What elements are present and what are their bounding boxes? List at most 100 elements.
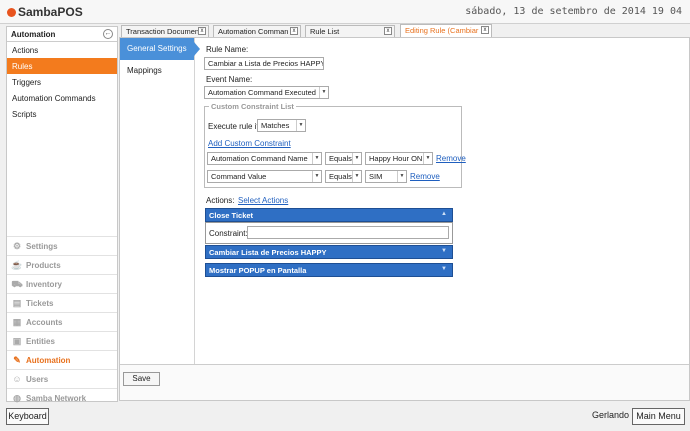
constraint-2-field-select[interactable]: Command Value ▼ — [207, 170, 322, 183]
select-actions-link[interactable]: Select Actions — [238, 196, 288, 205]
samba-logo-icon — [7, 8, 16, 17]
module-label: Settings — [26, 242, 58, 251]
module-samba-network[interactable]: ◍ Samba Network — [7, 388, 117, 407]
user-icon: ☺ — [12, 374, 22, 384]
module-accounts[interactable]: ▦ Accounts — [7, 312, 117, 331]
ticket-icon: ▤ — [12, 298, 22, 308]
chevron-down-icon[interactable]: ▼ — [441, 248, 447, 254]
module-tickets[interactable]: ▤ Tickets — [7, 293, 117, 312]
sidebar-item-automation-commands[interactable]: Automation Commands — [7, 90, 117, 106]
rule-name-label: Rule Name: — [206, 45, 249, 54]
chevron-down-icon: ▼ — [319, 87, 328, 98]
constraint-label: Constraint: — [209, 229, 248, 238]
close-icon[interactable]: x — [290, 27, 298, 35]
close-icon[interactable]: x — [198, 27, 206, 35]
module-label: Users — [26, 375, 49, 384]
globe-icon: ◍ — [13, 393, 21, 403]
module-label: Automation — [26, 356, 71, 365]
module-list: ⚙ Settings ☕ Products ⛟ Inventory ▤ Tickets … — [7, 236, 117, 407]
chevron-down-icon: ▼ — [296, 120, 305, 131]
tab-label: Editing Rule (Cambiar — [405, 26, 479, 35]
module-label: Tickets — [26, 299, 54, 308]
sidebar-item-triggers[interactable]: Triggers — [7, 74, 117, 90]
execute-rule-value: Matches — [261, 121, 290, 130]
constraint-field-value: Automation Command Name — [211, 154, 308, 163]
action-mostrar-popup[interactable]: Mostrar POPUP en Pantalla ▼ — [205, 263, 453, 277]
app-logo: SambaPOS — [7, 5, 83, 19]
constraint-2-value-select[interactable]: SIM ▼ — [365, 170, 407, 183]
action-close-ticket[interactable]: Close Ticket ▲ — [205, 208, 453, 222]
chevron-up-icon[interactable]: ▲ — [441, 211, 447, 217]
module-label: Products — [26, 261, 61, 270]
close-icon[interactable]: x — [481, 26, 489, 34]
actions-label: Actions: — [206, 196, 235, 205]
module-entities[interactable]: ▣ Entities — [7, 331, 117, 350]
keyboard-button[interactable]: Keyboard — [6, 408, 49, 425]
pencil-icon: ✎ — [13, 355, 21, 365]
module-inventory[interactable]: ⛟ Inventory — [7, 274, 117, 293]
constraint-value: SIM — [369, 172, 383, 181]
subnav-general-settings[interactable]: General Settings — [120, 38, 200, 60]
cup-icon: ☕ — [11, 260, 23, 270]
current-user: Gerlando — [592, 410, 630, 420]
chevron-down-icon[interactable]: ▼ — [441, 266, 447, 272]
event-name-value: Automation Command Executed — [208, 88, 316, 97]
chevron-down-icon: ▼ — [423, 153, 432, 164]
constraint-input[interactable] — [247, 226, 449, 239]
chevron-down-icon: ▼ — [312, 171, 321, 182]
document-tabs: Transaction Documen x Automation Comman x … — [119, 24, 689, 37]
constraint-2-operator-select[interactable]: Equals ▼ — [325, 170, 362, 183]
tab-rule-list[interactable]: Rule List x — [305, 25, 395, 37]
action-constraint-panel: Constraint: — [205, 222, 453, 244]
module-label: Entities — [26, 337, 55, 346]
add-custom-constraint-link[interactable]: Add Custom Constraint — [208, 139, 291, 148]
constraint-1-operator-select[interactable]: Equals ▼ — [325, 152, 362, 165]
module-label: Accounts — [26, 318, 63, 327]
chevron-down-icon: ▼ — [312, 153, 321, 164]
editor-bottom-bar: Save — [120, 364, 689, 400]
rule-name-input[interactable]: Cambiar a Lista de Precios HAPPY — [204, 57, 324, 70]
datetime: sábado, 13 de setembro de 2014 19 04 — [465, 6, 682, 17]
sidebar-title: Automation — [11, 30, 56, 39]
execute-rule-select[interactable]: Matches ▼ — [257, 119, 306, 132]
event-name-select[interactable]: Automation Command Executed ▼ — [204, 86, 329, 99]
module-label: Inventory — [26, 280, 63, 289]
module-users[interactable]: ☺ Users — [7, 369, 117, 388]
tab-automation-commands[interactable]: Automation Comman x — [213, 25, 301, 37]
sidebar-item-rules[interactable]: Rules — [7, 58, 117, 74]
chevron-down-icon: ▼ — [352, 171, 361, 182]
sidebar-item-scripts[interactable]: Scripts — [7, 106, 117, 122]
sidebar-item-actions[interactable]: Actions — [7, 42, 117, 58]
action-label: Cambiar Lista de Precios HAPPY — [209, 248, 327, 257]
main-menu-button[interactable]: Main Menu — [632, 408, 685, 425]
module-settings[interactable]: ⚙ Settings — [7, 236, 117, 255]
chevron-down-icon: ▼ — [397, 171, 406, 182]
tab-label: Transaction Documen — [126, 27, 200, 36]
constraint-1-remove-link[interactable]: Remove — [436, 154, 466, 163]
constraint-value: Happy Hour ON — [369, 154, 423, 163]
sidebar-header: Automation ← — [7, 27, 117, 42]
editor-subnav: General Settings Mappings — [120, 38, 200, 364]
subnav-mappings[interactable]: Mappings — [120, 60, 194, 82]
close-icon[interactable]: x — [384, 27, 392, 35]
calculator-icon: ▦ — [12, 317, 22, 327]
constraint-1-field-select[interactable]: Automation Command Name ▼ — [207, 152, 322, 165]
constraint-operator-value: Equals — [329, 172, 352, 181]
constraint-1-value-select[interactable]: Happy Hour ON ▼ — [365, 152, 433, 165]
app-logo-text: SambaPOS — [18, 5, 83, 19]
save-button[interactable]: Save — [123, 372, 160, 386]
truck-icon: ⛟ — [11, 279, 23, 289]
module-products[interactable]: ☕ Products — [7, 255, 117, 274]
action-cambiar-lista-precios[interactable]: Cambiar Lista de Precios HAPPY ▼ — [205, 245, 453, 259]
tab-editing-rule[interactable]: Editing Rule (Cambiar x — [400, 24, 492, 37]
event-name-label: Event Name: — [206, 75, 253, 84]
custom-constraint-title: Custom Constraint List — [209, 102, 296, 111]
editor-panel: General Settings Mappings Rule Name: Cam… — [119, 37, 690, 401]
back-arrow-icon[interactable]: ← — [103, 29, 113, 39]
tab-label: Automation Comman — [218, 27, 289, 36]
tab-transaction-documents[interactable]: Transaction Documen x — [121, 25, 209, 37]
module-automation[interactable]: ✎ Automation — [7, 350, 117, 369]
top-bar: SambaPOS sábado, 13 de setembro de 2014 … — [0, 0, 690, 24]
constraint-2-remove-link[interactable]: Remove — [410, 172, 440, 181]
action-label: Close Ticket — [209, 211, 254, 220]
